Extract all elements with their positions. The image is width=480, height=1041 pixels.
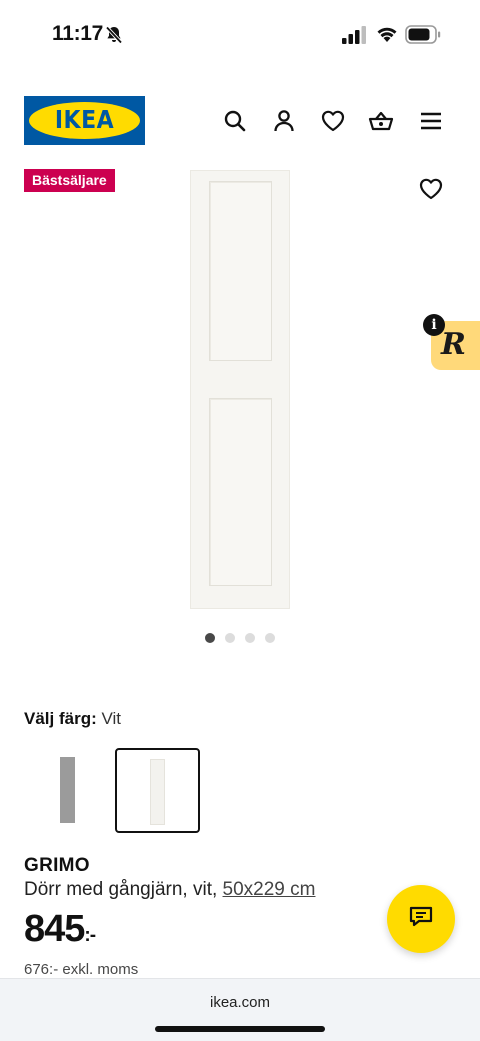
product-name: GRIMO (24, 855, 90, 876)
price-suffix: :- (84, 925, 96, 946)
price-value: 845 (24, 908, 85, 950)
search-icon[interactable] (222, 108, 248, 134)
door-lower-panel (209, 398, 272, 586)
image-carousel-dots (205, 633, 275, 643)
color-swatch-white-selected[interactable] (115, 748, 200, 833)
product-description: Dörr med gångjärn, vit, 50x229 cm (24, 879, 315, 901)
cellular-signal-icon (342, 26, 368, 49)
add-to-favourites-heart-icon[interactable] (418, 176, 444, 202)
swatch-door-thumbnail (150, 759, 165, 825)
carousel-dot[interactable] (245, 633, 255, 643)
chat-icon (408, 905, 434, 934)
heart-icon[interactable] (320, 108, 346, 134)
color-swatch-grey[interactable] (25, 748, 110, 833)
menu-icon[interactable] (418, 108, 444, 134)
product-price: 845:- (24, 908, 96, 951)
chat-button[interactable] (387, 885, 455, 953)
browser-address-bar[interactable]: ikea.com (0, 978, 480, 1041)
product-description-text: Dörr med gångjärn, vit, (24, 879, 223, 900)
url-text[interactable]: ikea.com (0, 994, 480, 1011)
logo-text: IKEA (54, 106, 115, 135)
bestseller-badge: Bästsäljare (24, 169, 115, 192)
status-time: 11:17 (52, 22, 104, 45)
info-icon[interactable]: i (423, 314, 445, 336)
swatch-door-thumbnail (60, 757, 75, 823)
battery-icon (405, 25, 441, 50)
carousel-dot[interactable] (205, 633, 215, 643)
logo-oval: IKEA (29, 102, 140, 139)
carousel-dot[interactable] (225, 633, 235, 643)
wifi-icon (376, 25, 398, 48)
price-excl-vat: 676:- exkl. moms (24, 961, 139, 978)
profile-icon[interactable] (271, 108, 297, 134)
color-select-label: Välj färg: Vit (24, 709, 121, 729)
bell-muted-icon (104, 25, 124, 45)
product-size-link[interactable]: 50x229 cm (223, 879, 316, 900)
color-label-value: Vit (101, 709, 122, 728)
extension-letter: R (441, 327, 466, 362)
basket-icon[interactable] (368, 108, 394, 134)
color-label-key: Välj färg: (24, 709, 97, 728)
carousel-dot[interactable] (265, 633, 275, 643)
status-bar: 11:17 (0, 0, 480, 72)
door-upper-panel (209, 181, 272, 361)
home-indicator[interactable] (155, 1026, 325, 1032)
product-image-door[interactable] (190, 170, 290, 609)
ikea-logo[interactable]: IKEA (24, 96, 145, 145)
